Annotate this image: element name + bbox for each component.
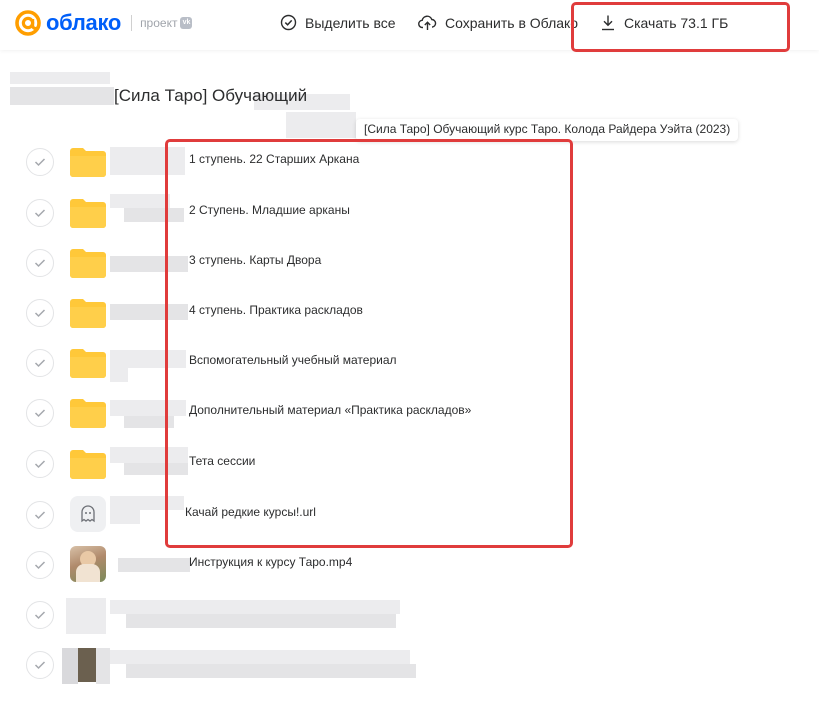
save-to-cloud-label: Сохранить в Облако xyxy=(445,14,579,31)
save-to-cloud-button[interactable]: Сохранить в Облако xyxy=(418,14,578,31)
breadcrumb[interactable]: [Сила Таро] Обучающий xyxy=(114,86,307,106)
item-name: Вспомогательный учебный материал xyxy=(189,353,397,367)
list-item[interactable]: 4 ступень. Практика раскладов xyxy=(0,286,819,336)
list-item[interactable] xyxy=(0,638,819,688)
item-name: Дополнительный материал «Практика раскла… xyxy=(189,403,472,417)
row-select-checkbox[interactable] xyxy=(26,399,54,427)
row-select-checkbox[interactable] xyxy=(26,450,54,478)
select-all-label: Выделить все xyxy=(305,14,396,31)
redacted-block xyxy=(124,416,174,428)
item-name: 3 ступень. Карты Двора xyxy=(189,253,322,267)
check-icon xyxy=(34,158,46,167)
list-item[interactable]: 3 ступень. Карты Двора xyxy=(0,236,819,286)
check-icon xyxy=(34,309,46,318)
folder-icon xyxy=(70,349,106,378)
redacted-block xyxy=(62,648,78,684)
download-icon xyxy=(602,15,614,31)
folder-icon xyxy=(70,399,106,428)
redacted-block xyxy=(118,558,190,572)
folder-icon xyxy=(70,249,106,278)
redacted-block xyxy=(126,664,416,678)
vk-badge-icon: vk xyxy=(180,17,193,29)
check-icon xyxy=(34,611,46,620)
redacted-block xyxy=(110,447,188,463)
row-select-checkbox[interactable] xyxy=(26,199,54,227)
item-name: Инструкция к курсу Таро.mp4 xyxy=(189,555,353,569)
folder-icon xyxy=(70,299,106,328)
redacted-block xyxy=(10,87,114,105)
list-item[interactable]: Инструкция к курсу Таро.mp4 xyxy=(0,538,819,588)
folder-icon xyxy=(70,199,106,228)
redacted-block xyxy=(110,510,140,524)
ghost-icon xyxy=(81,505,95,523)
redacted-block xyxy=(124,208,184,222)
list-item[interactable]: Дополнительный материал «Практика раскла… xyxy=(0,386,819,436)
list-item[interactable]: 2 Ступень. Младшие арканы xyxy=(0,186,819,236)
logo-text: облако xyxy=(46,10,122,35)
top-bar: облако проект vk Выделить все Сохранить … xyxy=(0,0,819,50)
video-thumbnail xyxy=(70,546,106,582)
folder-icon xyxy=(70,450,106,479)
cloud-upload-icon xyxy=(418,15,437,30)
item-name: 4 ступень. Практика раскладов xyxy=(189,303,363,317)
row-select-checkbox[interactable] xyxy=(26,651,54,679)
redacted-block xyxy=(110,147,185,175)
item-name: Качай редкие курсы!.url xyxy=(185,505,316,519)
row-select-checkbox[interactable] xyxy=(26,601,54,629)
redacted-block xyxy=(110,600,400,614)
redacted-block xyxy=(110,368,128,382)
download-label: Скачать 73.1 ГБ xyxy=(624,14,729,31)
check-circle-icon xyxy=(280,14,297,31)
url-file-thumb xyxy=(70,496,106,532)
list-item[interactable]: Тета сессии xyxy=(0,437,819,487)
check-icon xyxy=(34,259,46,268)
at-logo-icon xyxy=(15,10,41,36)
redacted-block xyxy=(110,304,188,320)
redacted-block xyxy=(66,598,106,634)
check-icon xyxy=(34,561,46,570)
check-icon xyxy=(34,661,46,670)
list-item[interactable]: 1 ступень. 22 Старших Аркана xyxy=(0,135,819,185)
redacted-block xyxy=(96,648,110,684)
redacted-block xyxy=(78,648,96,682)
redacted-block xyxy=(124,463,188,475)
list-item[interactable] xyxy=(0,588,819,638)
redacted-block xyxy=(110,194,170,208)
check-icon xyxy=(34,359,46,368)
redacted-block xyxy=(110,650,410,664)
folder-icon xyxy=(70,148,106,177)
check-icon xyxy=(34,511,46,520)
redacted-block xyxy=(110,256,188,272)
logo-project-label: проект xyxy=(140,16,178,30)
item-name: Тета сессии xyxy=(189,454,256,468)
select-all-button[interactable]: Выделить все xyxy=(280,14,396,31)
row-select-checkbox[interactable] xyxy=(26,349,54,377)
list-item[interactable]: Вспомогательный учебный материал xyxy=(0,336,819,386)
row-select-checkbox[interactable] xyxy=(26,148,54,176)
cloud-logo[interactable]: облако проект vk xyxy=(14,9,193,37)
row-select-checkbox[interactable] xyxy=(26,299,54,327)
row-select-checkbox[interactable] xyxy=(26,249,54,277)
redacted-block xyxy=(110,350,186,368)
check-icon xyxy=(34,409,46,418)
redacted-block xyxy=(110,496,184,510)
redacted-block xyxy=(10,72,110,84)
logo-divider xyxy=(131,15,133,31)
item-name: 2 Ступень. Младшие арканы xyxy=(189,203,350,217)
row-select-checkbox[interactable] xyxy=(26,501,54,529)
download-button[interactable]: Скачать 73.1 ГБ xyxy=(600,14,728,31)
list-item[interactable]: Качай редкие курсы!.url xyxy=(0,488,819,538)
item-name: 1 ступень. 22 Старших Аркана xyxy=(189,152,360,166)
check-icon xyxy=(34,209,46,218)
check-icon xyxy=(34,460,46,469)
row-select-checkbox[interactable] xyxy=(26,551,54,579)
redacted-block xyxy=(126,614,396,628)
redacted-block xyxy=(110,400,186,416)
